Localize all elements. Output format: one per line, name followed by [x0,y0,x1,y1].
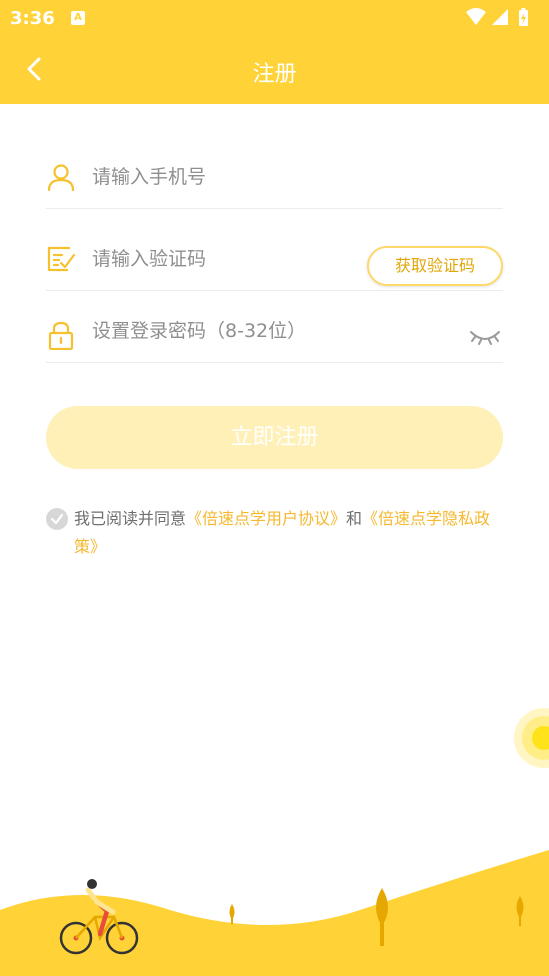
tree-icon [229,904,235,924]
code-field-row: 获取验证码 [46,228,503,291]
get-code-button[interactable]: 获取验证码 [367,246,503,286]
status-time: 3:36 [10,8,55,29]
password-field-row [46,300,503,363]
wifi-icon [466,8,486,25]
agreement-row: 我已阅读并同意《倍速点学用户协议》和《倍速点学隐私政策》 [46,505,506,561]
app-header: 3:36 A 注册 [0,0,549,104]
phone-input[interactable] [92,160,492,194]
agreement-prefix: 我已阅读并同意 [74,509,187,528]
phone-field-row [46,146,503,209]
code-input[interactable] [92,242,352,276]
sun-icon [514,708,549,768]
lock-icon [48,321,74,350]
page-title: 注册 [252,62,297,87]
landscape-illustration [0,850,549,976]
user-icon [47,164,75,192]
agreement-and: 和 [346,509,363,528]
check-icon[interactable] [46,508,68,530]
battery-icon [519,8,528,26]
eye-closed-icon[interactable] [469,326,501,348]
status-icons [466,8,528,26]
user-agreement-link[interactable]: 《倍速点学用户协议》 [186,509,346,528]
register-button[interactable]: 立即注册 [46,406,503,469]
password-input[interactable] [92,314,462,348]
verify-code-icon [47,246,76,272]
signal-icon [492,9,508,25]
notification-icon: A [71,11,85,25]
